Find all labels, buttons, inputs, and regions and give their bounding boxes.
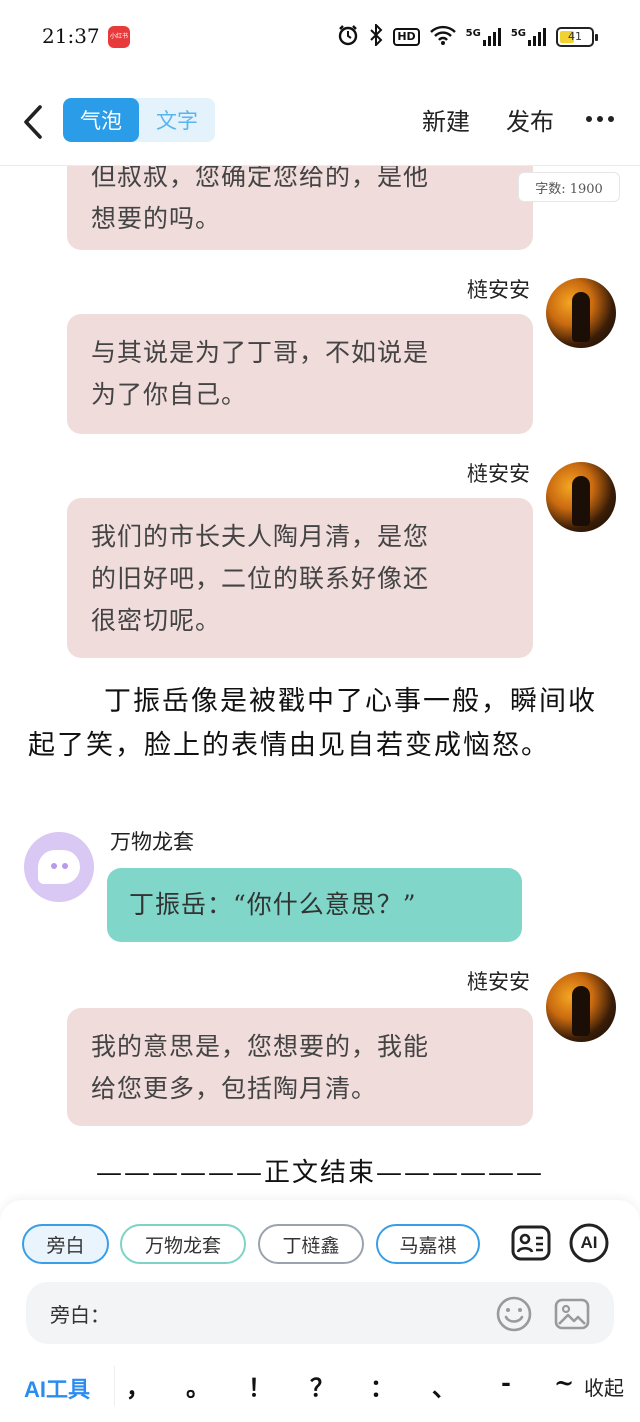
ai-tools-button[interactable]: AI工具 (24, 1372, 90, 1404)
message-bubble[interactable]: 我们的市长夫人陶月清，是您 的旧好吧，二位的联系好像还 很密切呢。 (67, 498, 533, 658)
role-chip-ding[interactable]: 丁梿鑫 (258, 1224, 364, 1264)
punct-enumeration-comma[interactable]: 、 (432, 1368, 456, 1403)
role-chip-narration[interactable]: 旁白 (22, 1224, 109, 1264)
end-of-text-marker: ——————正文结束—————— (95, 1158, 544, 1188)
hd-icon: HD (393, 28, 420, 46)
signal-5g-icon-2: 5G (511, 28, 546, 46)
bubble-line: 我的意思是，您想要的，我能 (91, 1032, 430, 1061)
signal-5g-icon: 5G (466, 28, 501, 46)
input-role-label: 旁白： (50, 1303, 110, 1327)
image-icon[interactable] (554, 1296, 590, 1332)
chat-content[interactable]: 但叔叔，您确定您给的，是他 想要的吗。 字数: 1900 梿安安 与其说是为了丁… (0, 166, 640, 1202)
punctuation-toolbar: AI工具 ， 。 ！ ？ ： 、 - ~ 收起 (0, 1356, 640, 1416)
punct-comma[interactable]: ， (126, 1368, 150, 1403)
battery-level: 41 (568, 30, 582, 43)
role-chip-extra[interactable]: 万物龙套 (120, 1224, 246, 1264)
status-icons: HD 5G 5G 41 (337, 22, 598, 50)
word-count-badge: 字数: 1900 (518, 172, 620, 202)
avatar[interactable] (546, 462, 616, 532)
bubble-line: 很密切呢。 (91, 606, 222, 635)
punct-period[interactable]: 。 (186, 1368, 210, 1403)
wifi-icon (429, 25, 456, 49)
sender-name: 梿安安 (467, 278, 530, 302)
back-arrow-icon[interactable] (18, 102, 52, 142)
role-chip-ma[interactable]: 马嘉祺 (376, 1224, 480, 1264)
status-time: 21:37 (42, 24, 100, 48)
bot-name: 万物龙套 (110, 830, 194, 854)
emoji-icon[interactable] (496, 1296, 532, 1332)
bubble-line: 但叔叔，您确定您给的，是他 (91, 166, 430, 191)
bubble-line: 为了你自己。 (91, 380, 248, 409)
bot-avatar[interactable] (24, 832, 94, 902)
alarm-icon (337, 24, 359, 50)
network-label-1: 5G (465, 28, 481, 39)
more-options-icon[interactable] (586, 116, 614, 122)
punct-question[interactable]: ？ (310, 1368, 334, 1403)
message-bubble[interactable]: 与其说是为了丁哥，不如说是 为了你自己。 (67, 314, 533, 434)
message-bubble[interactable]: 我的意思是，您想要的，我能 给您更多，包括陶月清。 (67, 1008, 533, 1126)
bubble-line: 与其说是为了丁哥，不如说是 (91, 338, 430, 367)
punct-tilde[interactable]: ~ (552, 1368, 576, 1397)
tab-text[interactable]: 文字 (139, 98, 215, 142)
ai-icon-button[interactable]: AI (568, 1222, 610, 1264)
status-bar: 21:37 小红书 HD 5G 5G 41 (0, 0, 640, 76)
message-bubble[interactable]: 但叔叔，您确定您给的，是他 想要的吗。 (67, 166, 533, 250)
bubble-line: 想要的吗。 (91, 204, 222, 233)
punct-colon[interactable]: ： (370, 1368, 394, 1403)
role-manage-icon[interactable] (510, 1222, 552, 1264)
bot-message-bubble[interactable]: 丁振岳：“你什么意思？” (107, 868, 522, 942)
editor-panel: 旁白 万物龙套 丁梿鑫 马嘉祺 AI 旁白： AI工具 ， 。 ！ ？ ： 、 … (0, 1200, 640, 1422)
bubble-line: 的旧好吧，二位的联系好像还 (91, 564, 430, 593)
punct-exclamation[interactable]: ！ (248, 1368, 272, 1403)
publish-button[interactable]: 发布 (506, 102, 554, 137)
punct-dash[interactable]: - (494, 1368, 518, 1397)
text-input[interactable]: 旁白： (26, 1282, 614, 1344)
ai-button-label: AI (580, 1233, 598, 1252)
network-label-2: 5G (510, 28, 526, 39)
top-nav: 气泡 文字 新建 发布 (0, 76, 640, 166)
bluetooth-icon (369, 22, 383, 50)
avatar[interactable] (546, 972, 616, 1042)
new-button[interactable]: 新建 (422, 102, 470, 137)
tab-bubble[interactable]: 气泡 (63, 98, 139, 142)
bubble-line: 给您更多，包括陶月清。 (91, 1074, 378, 1103)
battery-icon: 41 (556, 27, 598, 47)
xiaohongshu-app-icon: 小红书 (108, 26, 130, 48)
collapse-button[interactable]: 收起 (584, 1372, 624, 1401)
mode-switch: 气泡 文字 (63, 98, 215, 142)
toolbar-divider (114, 1366, 115, 1406)
sender-name: 梿安安 (467, 970, 530, 994)
avatar[interactable] (546, 278, 616, 348)
sender-name: 梿安安 (467, 462, 530, 486)
bubble-line: 我们的市长夫人陶月清，是您 (91, 522, 430, 551)
narration-text[interactable]: 丁振岳像是被戳中了心事一般，瞬间收起了笑，脸上的表情由见自若变成恼怒。 (28, 680, 608, 768)
